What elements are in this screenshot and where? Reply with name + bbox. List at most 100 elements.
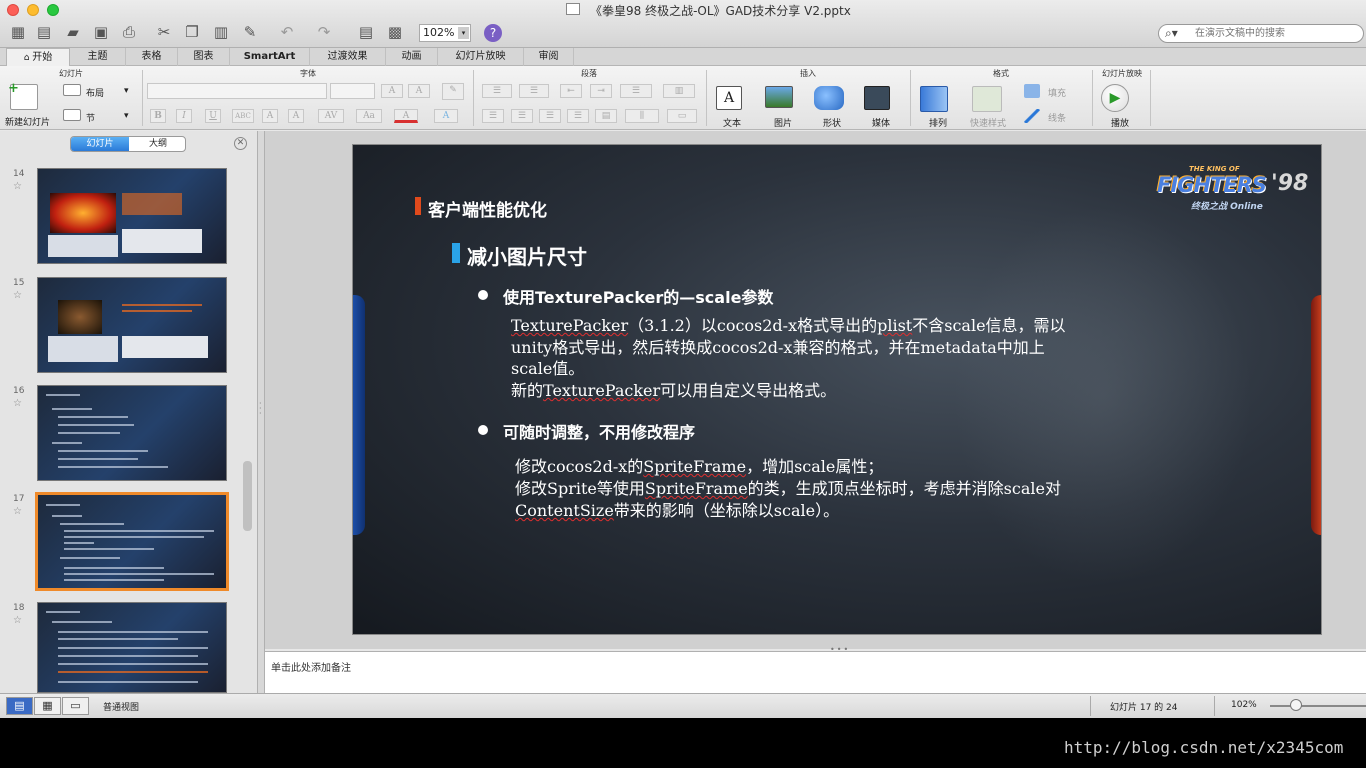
layout-icon[interactable] [63, 84, 81, 96]
tab-transitions[interactable]: 过渡效果 [310, 48, 386, 66]
font-color-button[interactable]: A [394, 109, 418, 123]
text-direction-button[interactable]: ⫼ [625, 109, 659, 123]
play-icon[interactable]: ▶ [1101, 84, 1129, 112]
zoom-window-button[interactable] [47, 4, 59, 16]
justify-button[interactable]: ☰ [567, 109, 589, 123]
cut-icon[interactable]: ✂ [153, 22, 175, 42]
new-document-icon[interactable]: ▦ [7, 22, 29, 42]
close-window-button[interactable] [7, 4, 19, 16]
redo-icon[interactable]: ↷ [313, 22, 335, 42]
slide-thumbnail[interactable] [37, 602, 227, 693]
search-input[interactable] [1195, 26, 1357, 41]
shape-icon[interactable] [814, 86, 844, 110]
quick-styles-label[interactable]: 快速样式 [970, 116, 1006, 129]
tab-outline[interactable]: 大纲 [129, 137, 185, 151]
arrange-icon[interactable] [920, 86, 948, 112]
tab-tables[interactable]: 表格 [126, 48, 178, 66]
fill-label[interactable]: 填充 [1048, 86, 1066, 99]
slide-thumbnail-selected[interactable] [35, 492, 229, 591]
presenter-view-button[interactable]: ▭ [62, 697, 89, 715]
line-spacing-button[interactable]: ☰ [620, 84, 652, 98]
fill-icon[interactable] [1024, 84, 1040, 98]
align-center-button[interactable]: ☰ [511, 109, 533, 123]
slide-canvas[interactable]: THE KING OF FIGHTERS '98 终极之战 Online 客户端… [352, 144, 1322, 635]
italic-button[interactable]: I [176, 109, 192, 123]
open-folder-icon[interactable]: ▰ [62, 22, 84, 42]
numbering-button[interactable]: ☰ [519, 84, 549, 98]
text-effects-button[interactable]: A [434, 109, 458, 123]
zoom-slider-track[interactable] [1270, 705, 1366, 707]
superscript-button[interactable]: A [262, 109, 278, 123]
font-size-combo[interactable] [330, 83, 375, 99]
scrollbar-thumb[interactable] [243, 461, 252, 531]
slide-thumbnail[interactable] [37, 277, 227, 373]
tab-home[interactable]: ⌂ 开始 [6, 48, 70, 67]
new-slide-icon[interactable]: + [8, 81, 38, 110]
slide-sorter-icon[interactable]: ▤ [355, 22, 377, 42]
search-field[interactable]: ⌕▾ [1158, 24, 1364, 43]
normal-view-button[interactable]: ▤ [6, 697, 33, 715]
help-button[interactable]: ? [484, 24, 502, 42]
slide-sorter-view-button[interactable]: ▦ [34, 697, 61, 715]
decrease-indent-button[interactable]: ⇤ [560, 84, 582, 98]
clear-format-button[interactable]: ✎ [442, 83, 464, 100]
increase-indent-button[interactable]: ⇥ [590, 84, 612, 98]
slide-thumbnail[interactable] [37, 168, 227, 264]
layout-label[interactable]: 布局 [86, 86, 104, 99]
char-spacing-button[interactable]: AV [318, 109, 344, 123]
arrange-label[interactable]: 排列 [929, 116, 947, 129]
tab-slideshow[interactable]: 幻灯片放映 [438, 48, 524, 66]
change-case-button[interactable]: Aa [356, 109, 382, 123]
line-label[interactable]: 线条 [1048, 111, 1066, 124]
picture-label[interactable]: 图片 [774, 116, 792, 129]
zoom-combo[interactable]: 102% ▾ [419, 24, 471, 42]
line-icon[interactable] [1024, 109, 1040, 123]
pane-splitter[interactable]: · · · [258, 131, 265, 693]
underline-button[interactable]: U [205, 109, 221, 123]
section-icon[interactable] [63, 109, 81, 121]
shape-label[interactable]: 形状 [823, 116, 841, 129]
section-label[interactable]: 节 [86, 111, 95, 124]
align-left-button[interactable]: ☰ [482, 109, 504, 123]
save-icon[interactable]: ▣ [90, 22, 112, 42]
grow-font-button[interactable]: A [381, 84, 403, 98]
text-box-icon[interactable]: A [716, 86, 742, 110]
play-label[interactable]: 播放 [1111, 116, 1129, 129]
media-label[interactable]: 媒体 [872, 116, 890, 129]
align-right-button[interactable]: ☰ [539, 109, 561, 123]
slide-thumbnail[interactable] [37, 385, 227, 481]
chevron-down-icon[interactable]: ▾ [124, 111, 129, 121]
format-painter-icon[interactable]: ✎ [239, 22, 261, 42]
tab-charts[interactable]: 图表 [178, 48, 230, 66]
zoom-slider-handle[interactable] [1290, 699, 1302, 711]
tab-review[interactable]: 审阅 [524, 48, 574, 66]
text-label[interactable]: 文本 [723, 116, 741, 129]
tab-themes[interactable]: 主题 [70, 48, 126, 66]
new-slide-label[interactable]: 新建幻灯片 [5, 115, 50, 128]
shrink-font-button[interactable]: A [408, 84, 430, 98]
bullets-button[interactable]: ☰ [482, 84, 512, 98]
print-icon[interactable]: ⎙ [118, 22, 140, 42]
tab-animations[interactable]: 动画 [386, 48, 438, 66]
tab-slides[interactable]: 幻灯片 [71, 137, 129, 151]
undo-icon[interactable]: ↶ [276, 22, 298, 42]
picture-icon[interactable] [765, 86, 793, 108]
slideshow-icon[interactable]: ▩ [384, 22, 406, 42]
notes-pane[interactable]: 单击此处添加备注 [265, 651, 1366, 693]
bold-button[interactable]: B [150, 109, 166, 123]
chevron-down-icon[interactable]: ▾ [124, 86, 129, 96]
minimize-window-button[interactable] [27, 4, 39, 16]
distribute-button[interactable]: ▤ [595, 109, 617, 123]
close-icon[interactable]: ✕ [234, 137, 247, 150]
paste-icon[interactable]: ▥ [210, 22, 232, 42]
tab-smartart[interactable]: SmartArt [230, 48, 310, 66]
subscript-button[interactable]: A [288, 109, 304, 123]
template-gallery-icon[interactable]: ▤ [33, 22, 55, 42]
strikethrough-button[interactable]: ABC [232, 109, 254, 123]
quick-styles-icon[interactable] [972, 86, 1002, 112]
columns-button[interactable]: ▥ [663, 84, 695, 98]
media-icon[interactable] [864, 86, 890, 110]
align-text-button[interactable]: ▭ [667, 109, 697, 123]
copy-icon[interactable]: ❐ [181, 22, 203, 42]
font-family-combo[interactable] [147, 83, 327, 99]
